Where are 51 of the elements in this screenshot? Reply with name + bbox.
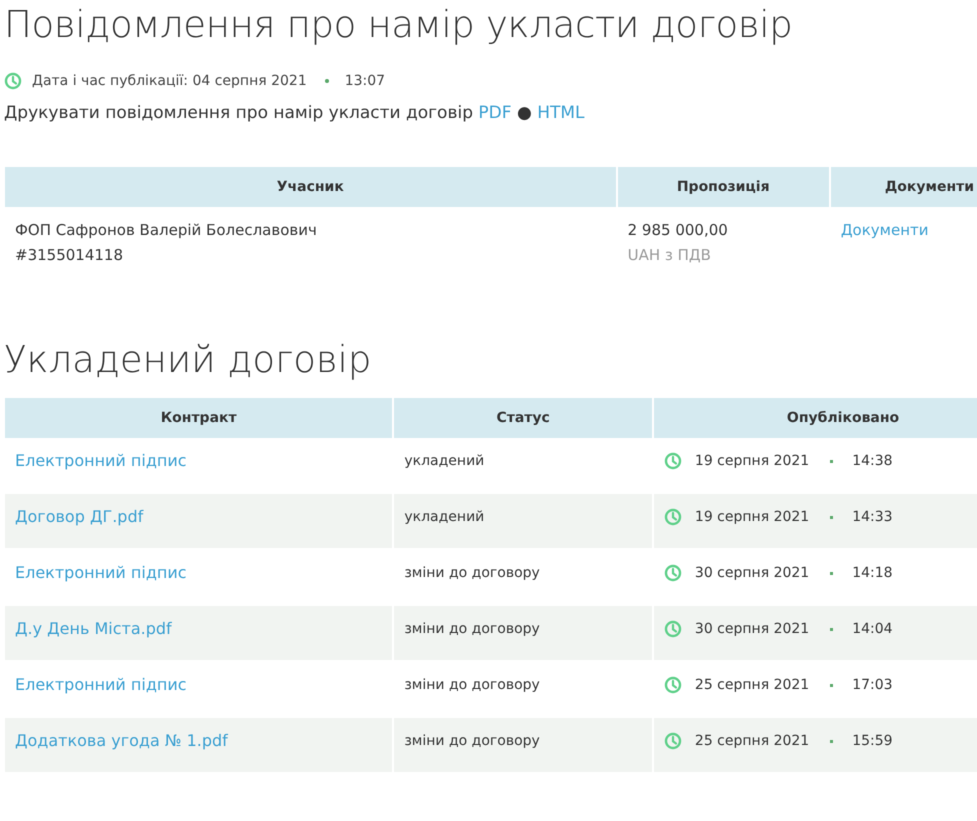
separator-dot bbox=[324, 79, 329, 83]
publication-time: 13:07 bbox=[344, 73, 386, 89]
clock-icon bbox=[664, 452, 682, 470]
contract-link[interactable]: Додаткова угода № 1.pdf bbox=[15, 731, 228, 750]
contract-link[interactable]: Електронний підпис bbox=[15, 675, 187, 694]
column-header: Пропозиція bbox=[618, 167, 829, 207]
clock-icon bbox=[4, 72, 22, 90]
published-date: 30 серпня 2021 bbox=[694, 621, 810, 637]
column-header: Опубліковано bbox=[654, 398, 977, 438]
contract-status: зміни до договору bbox=[404, 621, 540, 637]
column-header: Контракт bbox=[5, 398, 392, 438]
published-date: 30 серпня 2021 bbox=[694, 565, 810, 581]
contract-link[interactable]: Д.у День Міста.pdf bbox=[15, 619, 172, 638]
clock-icon bbox=[664, 620, 682, 638]
clock-icon bbox=[664, 508, 682, 526]
published-time: 17:03 bbox=[852, 677, 893, 693]
clock-icon bbox=[664, 564, 682, 582]
column-header: Учасник bbox=[5, 167, 616, 207]
bid-currency: UAH з ПДВ bbox=[628, 245, 712, 266]
contract-status: зміни до договору bbox=[404, 677, 540, 693]
section-title: Укладений договір bbox=[3, 337, 372, 383]
participant-name: ФОП Сафронов Валерій Болеславович bbox=[15, 220, 318, 241]
contract-link[interactable]: Електронний підпис bbox=[15, 451, 187, 470]
column-header: Статус bbox=[394, 398, 652, 438]
page-title: Повідомлення про намір укласти договір bbox=[3, 2, 794, 48]
participant-code: #3155014118 bbox=[15, 245, 124, 266]
print-link[interactable]: HTML bbox=[537, 103, 584, 123]
contract-status: зміни до договору bbox=[404, 565, 540, 581]
published-date: 25 серпня 2021 bbox=[694, 677, 810, 693]
print-label: Друкувати повідомлення про намір укласти договір bbox=[4, 103, 473, 123]
published-time: 15:59 bbox=[852, 733, 893, 749]
contract-link[interactable]: Електронний підпис bbox=[15, 563, 187, 582]
published-time: 14:33 bbox=[852, 509, 893, 525]
published-time: 14:38 bbox=[852, 453, 893, 469]
published-time: 14:04 bbox=[852, 621, 893, 637]
contract-status: укладений bbox=[404, 509, 484, 525]
published-date: 19 серпня 2021 bbox=[694, 509, 810, 525]
documents-link[interactable]: Документи bbox=[840, 221, 928, 239]
separator-bullet: ● bbox=[516, 103, 532, 123]
column-header: Документи bbox=[830, 167, 977, 207]
contract-status: укладений bbox=[404, 453, 484, 469]
published-date: 25 серпня 2021 bbox=[694, 733, 810, 749]
publication-date: Дата і час публікації: 04 серпня 2021 bbox=[32, 73, 307, 89]
clock-icon bbox=[664, 676, 682, 694]
clock-icon bbox=[664, 732, 682, 750]
contract-link[interactable]: Договор ДГ.pdf bbox=[15, 507, 144, 526]
print-link[interactable]: PDF bbox=[478, 103, 512, 123]
contract-status: зміни до договору bbox=[404, 733, 540, 749]
published-time: 14:18 bbox=[852, 565, 893, 581]
published-date: 19 серпня 2021 bbox=[694, 453, 810, 469]
bid-amount: 2 985 000,00 bbox=[628, 220, 729, 241]
